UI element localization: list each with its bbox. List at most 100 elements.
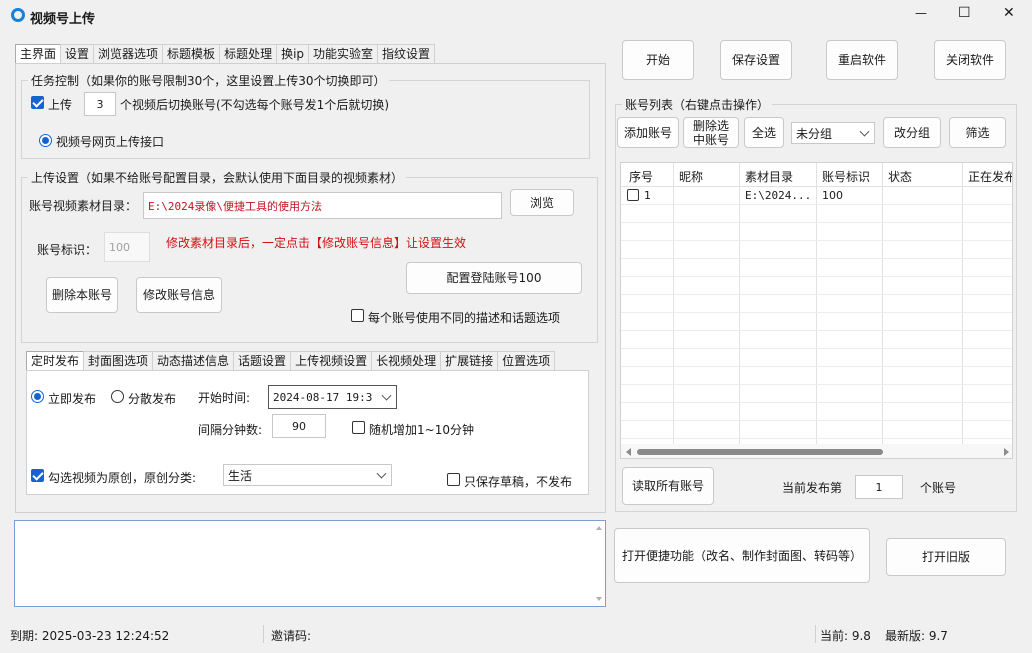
draft-checkbox[interactable] xyxy=(447,473,460,486)
start-time-picker[interactable]: 2024-08-17 19:3 xyxy=(268,385,397,409)
expire-date: 到期: 2025-03-23 12:24:52 xyxy=(10,629,170,643)
group-value: 未分组 xyxy=(796,126,833,141)
table-row xyxy=(621,313,1012,331)
tab-change-ip[interactable]: 换ip xyxy=(276,44,310,64)
delete-account-button[interactable]: 删除本账号 xyxy=(46,277,118,313)
interface-radio[interactable] xyxy=(39,134,52,147)
select-all-button[interactable]: 全选 xyxy=(744,117,784,148)
app-icon xyxy=(11,8,25,22)
original-checkbox[interactable] xyxy=(31,469,44,482)
filter-button[interactable]: 筛选 xyxy=(949,117,1006,148)
change-group-button[interactable]: 改分组 xyxy=(883,117,941,148)
chevron-down-icon xyxy=(376,468,387,479)
table-row xyxy=(621,349,1012,367)
read-all-accounts-button[interactable]: 读取所有账号 xyxy=(622,467,714,505)
original-category-value: 生活 xyxy=(228,468,253,483)
tab-upload-video[interactable]: 上传视频设置 xyxy=(290,351,373,371)
group-select[interactable]: 未分组 xyxy=(791,122,875,144)
close-software-button[interactable]: 关闭软件 xyxy=(934,40,1006,80)
status-divider xyxy=(815,625,816,643)
row-dir: E:\2024... xyxy=(745,189,812,202)
open-old-version-button[interactable]: 打开旧版 xyxy=(886,538,1006,576)
tab-topics[interactable]: 话题设置 xyxy=(233,351,292,371)
row-checkbox[interactable] xyxy=(627,189,639,201)
row-index: 1 xyxy=(644,189,651,202)
interval-input[interactable]: 90 xyxy=(272,414,326,438)
table-row xyxy=(621,277,1012,295)
table-row xyxy=(621,295,1012,313)
tab-ext-links[interactable]: 扩展链接 xyxy=(440,351,499,371)
table-row xyxy=(621,205,1012,223)
tab-location[interactable]: 位置选项 xyxy=(497,351,556,371)
add-account-button[interactable]: 添加账号 xyxy=(617,117,679,148)
scroll-left-icon[interactable] xyxy=(626,448,631,456)
upload-checkbox[interactable] xyxy=(31,96,44,109)
status-divider xyxy=(263,625,264,643)
diff-desc-checkbox[interactable] xyxy=(351,309,364,322)
save-settings-button[interactable]: 保存设置 xyxy=(720,40,792,80)
maximize-icon[interactable]: ☐ xyxy=(958,5,971,21)
start-button[interactable]: 开始 xyxy=(622,40,694,80)
account-id-input[interactable]: 100 xyxy=(104,232,150,262)
modify-account-button[interactable]: 修改账号信息 xyxy=(136,277,222,313)
main-tab-bar: 主界面 设置 浏览器选项 标题模板 标题处理 换ip 功能实验室 指纹设置 xyxy=(15,44,436,64)
tab-scheduled[interactable]: 定时发布 xyxy=(26,351,85,371)
close-icon[interactable]: ✕ xyxy=(1003,5,1015,21)
grid-header: 序号 昵称 素材目录 账号标识 状态 正在发布 xyxy=(621,163,1012,187)
tab-long-video[interactable]: 长视频处理 xyxy=(371,351,442,371)
tab-title-processing[interactable]: 标题处理 xyxy=(219,44,278,64)
account-grid[interactable]: 序号 昵称 素材目录 账号标识 状态 正在发布 1 E:\2024... 100 xyxy=(620,162,1013,459)
tab-description[interactable]: 动态描述信息 xyxy=(152,351,235,371)
browse-button[interactable]: 浏览 xyxy=(510,189,574,216)
current-account-label: 当前发布第 xyxy=(782,481,843,495)
restart-button[interactable]: 重启软件 xyxy=(826,40,898,80)
table-row xyxy=(621,259,1012,277)
upload-count-input[interactable]: 3 xyxy=(84,92,116,116)
horizontal-scrollbar[interactable] xyxy=(621,444,1012,458)
table-row xyxy=(621,385,1012,403)
col-status[interactable]: 状态 xyxy=(888,168,912,185)
publish-spread-radio[interactable] xyxy=(111,390,124,403)
tab-lab[interactable]: 功能实验室 xyxy=(308,44,379,64)
invite-code: 邀请码: xyxy=(271,629,312,643)
random-checkbox[interactable] xyxy=(352,421,365,434)
col-nickname[interactable]: 昵称 xyxy=(679,168,703,185)
col-index[interactable]: 序号 xyxy=(629,168,653,185)
log-textarea[interactable] xyxy=(14,520,606,607)
interface-label: 视频号网页上传接口 xyxy=(56,135,165,149)
interval-label: 间隔分钟数: xyxy=(198,423,263,437)
delete-selected-button[interactable]: 删除选中账号 xyxy=(683,117,739,148)
publish-now-radio[interactable] xyxy=(31,390,44,403)
draft-label: 只保存草稿，不发布 xyxy=(464,475,573,489)
original-category-select[interactable]: 生活 xyxy=(223,464,392,486)
table-row xyxy=(621,421,1012,439)
tab-title-template[interactable]: 标题模板 xyxy=(162,44,221,64)
col-account-id[interactable]: 账号标识 xyxy=(822,168,870,185)
latest-version: 最新版: 9.7 xyxy=(885,629,948,643)
minimize-icon[interactable]: — xyxy=(915,6,927,20)
tab-browser-options[interactable]: 浏览器选项 xyxy=(93,44,164,64)
warning-text: 修改素材目录后，一定点击【修改账号信息】让设置生效 xyxy=(166,236,467,250)
open-tools-button[interactable]: 打开便捷功能（改名、制作封面图、转码等） xyxy=(614,528,870,583)
scroll-down-icon[interactable] xyxy=(596,597,602,601)
tab-fingerprint[interactable]: 指纹设置 xyxy=(377,44,436,64)
table-row xyxy=(621,403,1012,421)
task-control-title: 任务控制（如果你的账号限制30个，这里设置上传30个切换即可） xyxy=(28,72,389,89)
current-account-input[interactable]: 1 xyxy=(855,475,903,499)
scroll-right-icon[interactable] xyxy=(1004,448,1009,456)
tab-main[interactable]: 主界面 xyxy=(15,44,62,64)
table-row[interactable]: 1 E:\2024... 100 xyxy=(621,187,1012,205)
col-dir[interactable]: 素材目录 xyxy=(745,168,793,185)
upload-label: 上传 xyxy=(48,98,73,112)
scroll-up-icon[interactable] xyxy=(596,526,602,530)
tab-cover[interactable]: 封面图选项 xyxy=(83,351,154,371)
dir-input[interactable]: E:\2024录像\便捷工具的使用方法 xyxy=(143,192,502,219)
diff-desc-label: 每个账号使用不同的描述和话题选项 xyxy=(368,311,561,325)
col-publishing[interactable]: 正在发布 xyxy=(968,168,1012,185)
sub-tab-bar: 定时发布 封面图选项 动态描述信息 话题设置 上传视频设置 长视频处理 扩展链接… xyxy=(26,351,556,371)
config-login-button[interactable]: 配置登陆账号100 xyxy=(406,262,582,294)
scrollbar-thumb[interactable] xyxy=(637,449,883,455)
current-account-suffix: 个账号 xyxy=(920,481,957,495)
tab-settings[interactable]: 设置 xyxy=(60,44,95,64)
dir-label: 账号视频素材目录： xyxy=(29,199,138,213)
